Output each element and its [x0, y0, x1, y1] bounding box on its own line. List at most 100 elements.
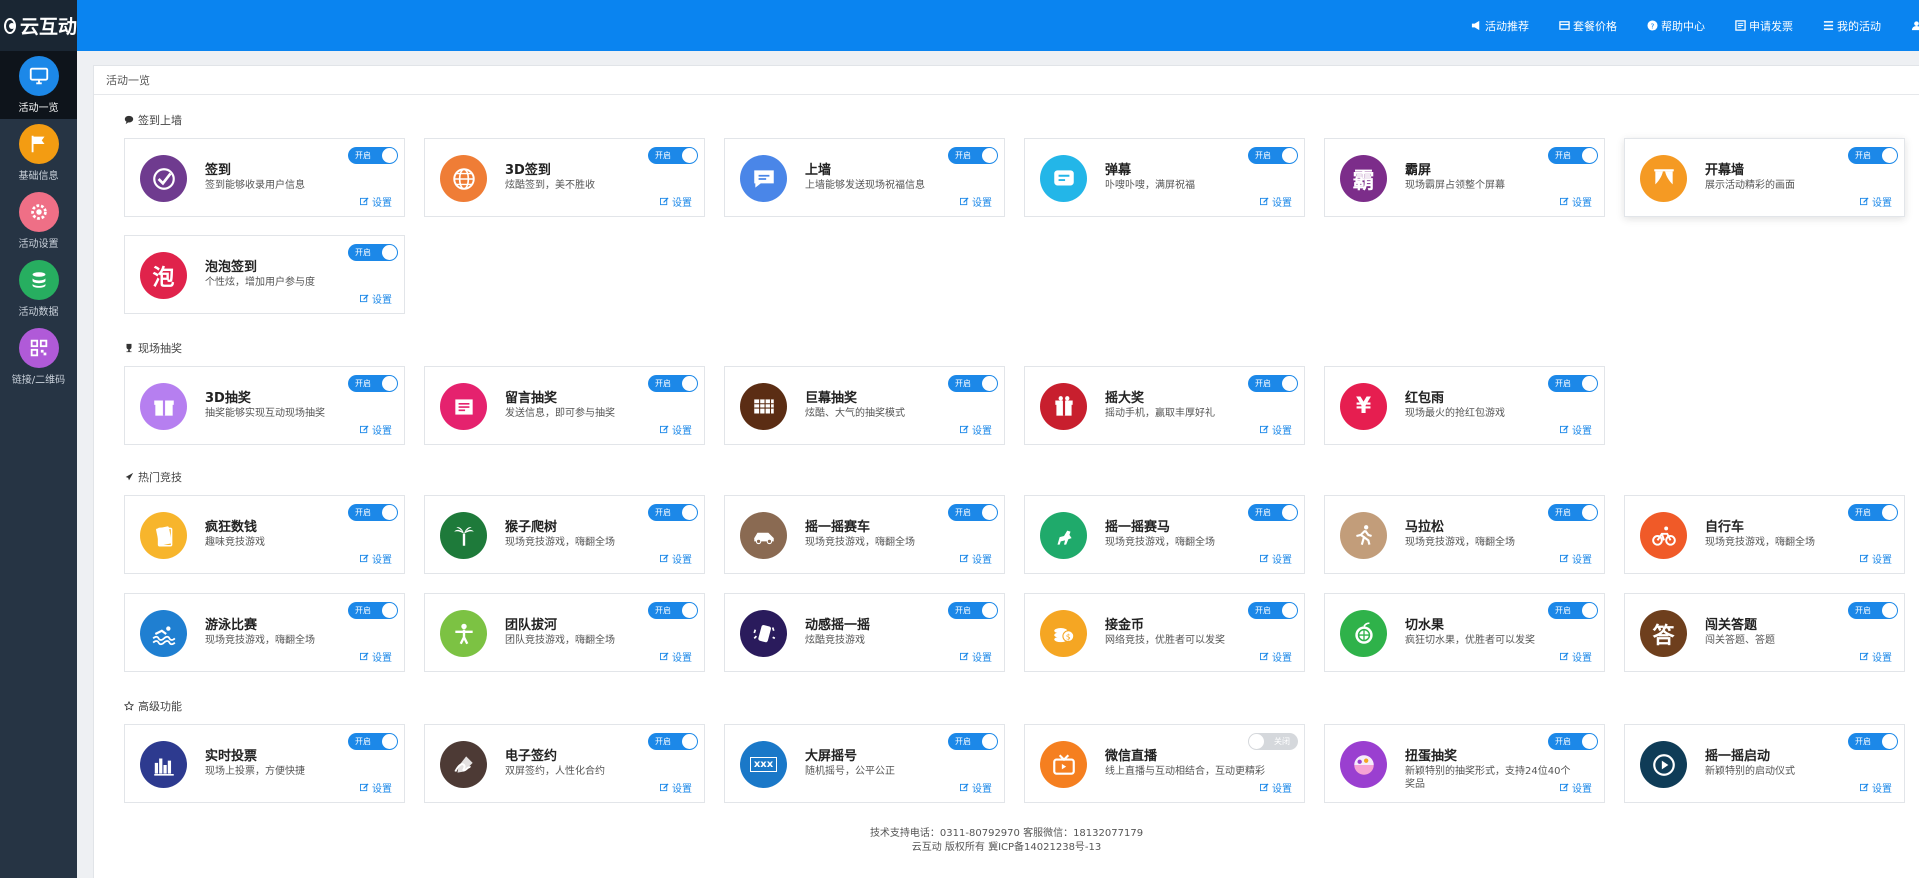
activity-card[interactable]: 泡 泡泡签到 个性炫，增加用户参与度 开启 设置	[124, 235, 405, 314]
activity-card[interactable]: 动感摇一摇 炫酷竞技游戏 开启 设置	[724, 593, 1005, 672]
settings-link[interactable]: 设置	[360, 551, 392, 566]
enable-toggle[interactable]: 开启	[1848, 602, 1898, 619]
settings-link[interactable]: 设置	[1860, 780, 1892, 795]
activity-card[interactable]: 答 闯关答题 闯关答题、答题 开启 设置	[1624, 593, 1905, 672]
activity-card[interactable]: 扭蛋抽奖 新颖特别的抽奖形式，支持24位40个奖品 开启 设置	[1324, 724, 1605, 803]
settings-link[interactable]: 设置	[1560, 780, 1592, 795]
enable-toggle[interactable]: 开启	[1848, 733, 1898, 750]
settings-link[interactable]: 设置	[1860, 551, 1892, 566]
enable-toggle[interactable]: 开启	[948, 147, 998, 164]
sidebar-item-4[interactable]: 活动数据	[0, 255, 77, 323]
settings-link[interactable]: 设置	[1860, 194, 1892, 209]
settings-link[interactable]: 设置	[960, 780, 992, 795]
enable-toggle[interactable]: 开启	[948, 733, 998, 750]
topnav-item-1[interactable]: 活动推荐	[1471, 18, 1529, 34]
activity-card[interactable]: 摇一摇赛车 现场竞技游戏，嗨翻全场 开启 设置	[724, 495, 1005, 574]
enable-toggle[interactable]: 开启	[1248, 147, 1298, 164]
activity-card[interactable]: 微信直播 线上直播与互动相结合，互动更精彩 关闭 设置	[1024, 724, 1305, 803]
topnav-item-5[interactable]: 我的活动	[1823, 18, 1881, 34]
activity-card[interactable]: 实时投票 现场上投票，方便快捷 开启 设置	[124, 724, 405, 803]
activity-card[interactable]: 留言抽奖 发送信息，即可参与抽奖 开启 设置	[424, 366, 705, 445]
activity-card[interactable]: 摇一摇启动 新颖特别的启动仪式 开启 设置	[1624, 724, 1905, 803]
activity-card[interactable]: 开幕墙 展示活动精彩的画面 开启 设置	[1624, 138, 1905, 217]
enable-toggle[interactable]: 开启	[348, 375, 398, 392]
enable-toggle[interactable]: 开启	[948, 602, 998, 619]
activity-card[interactable]: 摇一摇赛马 现场竞技游戏，嗨翻全场 开启 设置	[1024, 495, 1305, 574]
settings-link[interactable]: 设置	[660, 422, 692, 437]
settings-link[interactable]: 设置	[1260, 551, 1292, 566]
enable-toggle[interactable]: 开启	[1548, 602, 1598, 619]
activity-card[interactable]: 霸 霸屏 现场霸屏占领整个屏幕 开启 设置	[1324, 138, 1605, 217]
activity-card[interactable]: 切水果 疯狂切水果，优胜者可以发奖 开启 设置	[1324, 593, 1605, 672]
settings-link[interactable]: 设置	[1260, 649, 1292, 664]
settings-link[interactable]: 设置	[360, 649, 392, 664]
activity-card[interactable]: 猴子爬树 现场竞技游戏，嗨翻全场 开启 设置	[424, 495, 705, 574]
enable-toggle[interactable]: 开启	[1248, 504, 1298, 521]
activity-card[interactable]: 3D签到 炫酷签到，美不胜收 开启 设置	[424, 138, 705, 217]
settings-link[interactable]: 设置	[660, 194, 692, 209]
settings-link[interactable]: 设置	[660, 551, 692, 566]
enable-toggle[interactable]: 开启	[1548, 375, 1598, 392]
enable-toggle[interactable]: 开启	[348, 733, 398, 750]
activity-card[interactable]: 巨幕抽奖 炫酷、大气的抽奖模式 开启 设置	[724, 366, 1005, 445]
enable-toggle[interactable]: 开启	[348, 244, 398, 261]
activity-card[interactable]: 马拉松 现场竞技游戏，嗨翻全场 开启 设置	[1324, 495, 1605, 574]
enable-toggle[interactable]: 关闭	[1248, 733, 1298, 750]
activity-card[interactable]: ¥ 红包雨 现场最火的抢红包游戏 开启 设置	[1324, 366, 1605, 445]
enable-toggle[interactable]: 开启	[648, 733, 698, 750]
activity-card[interactable]: 电子签约 双屏签约，人性化合约 开启 设置	[424, 724, 705, 803]
activity-card[interactable]: 团队拔河 团队竞技游戏，嗨翻全场 开启 设置	[424, 593, 705, 672]
activity-card[interactable]: 游泳比赛 现场竞技游戏，嗨翻全场 开启 设置	[124, 593, 405, 672]
enable-toggle[interactable]: 开启	[1548, 147, 1598, 164]
activity-card[interactable]: 3D抽奖 抽奖能够实现互动现场抽奖 开启 设置	[124, 366, 405, 445]
settings-link[interactable]: 设置	[360, 194, 392, 209]
activity-card[interactable]: 弹幕 卟嗖卟嗖，满屏祝福 开启 设置	[1024, 138, 1305, 217]
settings-link[interactable]: 设置	[1560, 422, 1592, 437]
settings-link[interactable]: 设置	[1260, 194, 1292, 209]
topnav-item-3[interactable]: ? 帮助中心	[1647, 18, 1705, 34]
settings-link[interactable]: 设置	[1860, 649, 1892, 664]
settings-link[interactable]: 设置	[1560, 551, 1592, 566]
enable-toggle[interactable]: 开启	[1248, 375, 1298, 392]
enable-toggle[interactable]: 开启	[648, 375, 698, 392]
activity-card[interactable]: 自行车 现场竞技游戏，嗨翻全场 开启 设置	[1624, 495, 1905, 574]
activity-card[interactable]: 上墙 上墙能够发送现场祝福信息 开启 设置	[724, 138, 1005, 217]
enable-toggle[interactable]: 开启	[948, 504, 998, 521]
topnav-item-2[interactable]: 套餐价格	[1559, 18, 1617, 34]
activity-card[interactable]: $ 接金币 网络竞技，优胜者可以发奖 开启 设置	[1024, 593, 1305, 672]
enable-toggle[interactable]: 开启	[648, 602, 698, 619]
enable-toggle[interactable]: 开启	[348, 602, 398, 619]
enable-toggle[interactable]: 开启	[1848, 504, 1898, 521]
activity-card[interactable]: xxx 大屏摇号 随机摇号，公平公正 开启 设置	[724, 724, 1005, 803]
enable-toggle[interactable]: 开启	[1848, 147, 1898, 164]
settings-link[interactable]: 设置	[960, 551, 992, 566]
sidebar-item-3[interactable]: 活动设置	[0, 187, 77, 255]
activity-card[interactable]: 签到 签到能够收录用户信息 开启 设置	[124, 138, 405, 217]
settings-link[interactable]: 设置	[1560, 194, 1592, 209]
settings-link[interactable]: 设置	[360, 422, 392, 437]
settings-link[interactable]: 设置	[1260, 422, 1292, 437]
enable-toggle[interactable]: 开启	[948, 375, 998, 392]
settings-link[interactable]: 设置	[960, 194, 992, 209]
user-menu[interactable]	[1911, 20, 1919, 31]
app-logo[interactable]: 云互动	[0, 0, 77, 51]
settings-link[interactable]: 设置	[1260, 780, 1292, 795]
sidebar-item-5[interactable]: 链接/二维码	[0, 323, 77, 391]
topnav-item-4[interactable]: 申请发票	[1735, 18, 1793, 34]
enable-toggle[interactable]: 开启	[348, 147, 398, 164]
activity-card[interactable]: 摇大奖 摇动手机，赢取丰厚好礼 开启 设置	[1024, 366, 1305, 445]
settings-link[interactable]: 设置	[360, 780, 392, 795]
enable-toggle[interactable]: 开启	[648, 504, 698, 521]
settings-link[interactable]: 设置	[360, 291, 392, 306]
sidebar-item-2[interactable]: 基础信息	[0, 119, 77, 187]
settings-link[interactable]: 设置	[960, 649, 992, 664]
activity-card[interactable]: 疯狂数钱 趣味竞技游戏 开启 设置	[124, 495, 405, 574]
settings-link[interactable]: 设置	[660, 780, 692, 795]
enable-toggle[interactable]: 开启	[1548, 504, 1598, 521]
enable-toggle[interactable]: 开启	[648, 147, 698, 164]
enable-toggle[interactable]: 开启	[1248, 602, 1298, 619]
settings-link[interactable]: 设置	[960, 422, 992, 437]
sidebar-item-1[interactable]: 活动一览	[0, 51, 77, 119]
settings-link[interactable]: 设置	[660, 649, 692, 664]
settings-link[interactable]: 设置	[1560, 649, 1592, 664]
